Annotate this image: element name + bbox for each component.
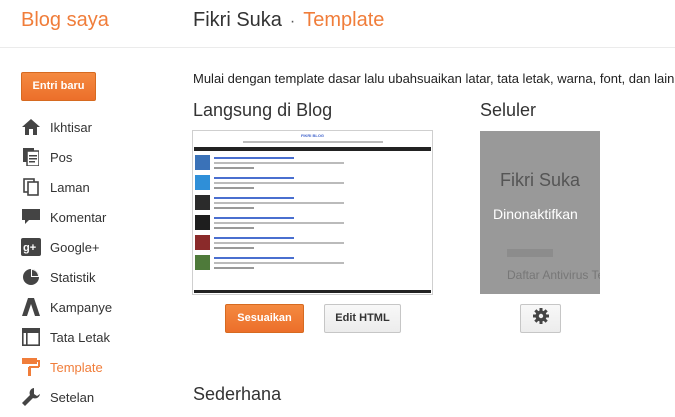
sidebar-item-label: Laman (50, 179, 90, 195)
preview-thumbnail (195, 255, 210, 270)
preview-post (195, 215, 430, 234)
mobile-title: Seluler (480, 100, 537, 120)
sidebar-item-layout[interactable]: Tata Letak (0, 322, 170, 352)
blog-name[interactable]: Fikri Suka (193, 9, 282, 31)
sidebar-item-campaigns[interactable]: Kampanye (0, 292, 170, 322)
blog-template-preview[interactable]: FIKRI BLOG (192, 130, 433, 295)
home-icon (21, 117, 41, 137)
breadcrumb-separator: · (289, 13, 296, 30)
sidebar-item-label: Statistik (50, 269, 96, 285)
sidebar-item-template[interactable]: Template (0, 352, 170, 382)
preview-header: FIKRI BLOG (193, 131, 432, 147)
preview-thumbnail (195, 155, 210, 170)
mobile-date-badge (507, 249, 553, 257)
wrench-icon (21, 387, 41, 407)
top-bar: Blog saya Fikri Suka · Template (0, 0, 675, 48)
customize-button[interactable]: Sesuaikan (225, 304, 304, 333)
sidebar-item-label: Kampanye (50, 299, 113, 315)
layout-icon (21, 327, 41, 347)
svg-text:g+: g+ (23, 242, 36, 254)
google-plus-icon: g+ (21, 237, 41, 257)
preview-post (195, 255, 430, 274)
sidebar-item-label: Komentar (50, 209, 107, 225)
edit-html-button[interactable]: Edit HTML (324, 304, 401, 333)
sidebar-item-label: Tata Letak (50, 329, 110, 345)
pages-icon (21, 177, 41, 197)
sidebar-item-label: Template (50, 359, 103, 375)
blogger-brand[interactable]: Blog saya (21, 9, 109, 32)
mobile-post-link: Daftar Antivirus Te (507, 268, 600, 282)
preview-thumbnail (195, 215, 210, 230)
sidebar-nav: Ikhtisar Pos Laman Komentar g+ Google+ S… (0, 112, 170, 412)
sidebar-item-label: Pos (50, 149, 73, 165)
sidebar-item-google-plus[interactable]: g+ Google+ (0, 232, 170, 262)
preview-post (195, 175, 430, 194)
mobile-settings-button[interactable] (520, 304, 561, 333)
preview-footer (194, 290, 431, 293)
preview-post (195, 155, 430, 174)
adwords-icon (21, 297, 41, 317)
preview-posts (193, 151, 432, 279)
mobile-template-preview[interactable]: Fikri Suka kk Dinonaktifkan Daftar Antiv… (480, 131, 600, 294)
mobile-blog-title: Fikri Suka (500, 170, 581, 190)
comment-icon (21, 207, 41, 227)
breadcrumb: Fikri Suka · Template (193, 9, 384, 32)
sidebar-item-posts[interactable]: Pos (0, 142, 170, 172)
preview-thumbnail (195, 195, 210, 210)
page-title: Template (303, 9, 385, 31)
sidebar-item-overview[interactable]: Ikhtisar (0, 112, 170, 142)
live-on-blog-title: Langsung di Blog (193, 100, 333, 120)
preview-thumbnail (195, 175, 210, 190)
mobile-disabled-label: Dinonaktifkan (493, 206, 578, 222)
paint-roller-icon (21, 357, 41, 377)
new-post-button[interactable]: Entri baru (21, 72, 96, 101)
sidebar-item-label: Ikhtisar (50, 119, 92, 135)
preview-blog-description (242, 141, 383, 143)
sidebar-item-label: Google+ (50, 239, 100, 255)
sidebar-item-label: Setelan (50, 389, 95, 405)
preview-blog-title: FIKRI BLOG (300, 133, 325, 138)
intro-text: Mulai dengan template dasar lalu ubahsua… (193, 71, 675, 86)
preview-thumbnail (195, 235, 210, 250)
posts-icon (21, 147, 41, 167)
pie-chart-icon (21, 267, 41, 287)
preview-post (195, 235, 430, 254)
simple-section-title: Sederhana (193, 384, 282, 404)
gear-icon (532, 308, 549, 329)
sidebar-item-settings[interactable]: Setelan (0, 382, 170, 412)
sidebar-item-comments[interactable]: Komentar (0, 202, 170, 232)
preview-post (195, 195, 430, 214)
sidebar-item-pages[interactable]: Laman (0, 172, 170, 202)
sidebar-item-stats[interactable]: Statistik (0, 262, 170, 292)
